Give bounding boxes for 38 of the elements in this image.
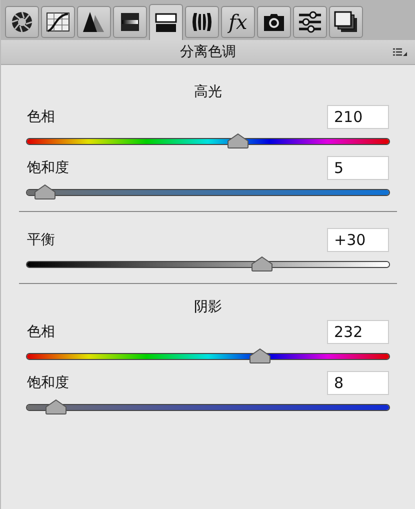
slider-label: 饱和度	[27, 159, 69, 177]
effects-tab[interactable]: fx	[221, 6, 255, 38]
value-field[interactable]: 8	[327, 371, 389, 395]
slider-thumb[interactable]	[44, 399, 68, 415]
slider-label: 色相	[27, 108, 55, 126]
value-field[interactable]: 210	[327, 105, 389, 129]
slider-label: 色相	[27, 323, 55, 341]
panel-tab[interactable]	[257, 6, 291, 38]
slider-thumb[interactable]	[248, 348, 272, 364]
slider-thumb[interactable]	[226, 133, 250, 149]
aperture-icon	[11, 11, 33, 33]
lens-icon	[191, 11, 213, 33]
panel-title: 分离色调	[180, 43, 236, 61]
sliders-icon	[298, 11, 322, 33]
stacked-squares-icon	[334, 11, 358, 33]
panel-tab[interactable]	[185, 6, 219, 38]
panel-tab[interactable]	[293, 6, 327, 38]
value-field[interactable]: 232	[327, 320, 389, 344]
slider-label: 平衡	[27, 231, 55, 249]
triangles-icon	[82, 11, 106, 33]
split-bars-icon	[155, 12, 177, 32]
panel-tab[interactable]	[77, 6, 111, 38]
slider-label: 饱和度	[27, 374, 69, 392]
section-title: 高光	[193, 83, 223, 101]
camera-icon	[262, 12, 286, 32]
curve-icon	[46, 12, 70, 32]
section-title: 阴影	[193, 298, 223, 316]
menu-icon[interactable]	[393, 48, 407, 57]
gradient-icon	[120, 12, 140, 32]
slider-thumb[interactable]	[33, 184, 58, 200]
panel-tab[interactable]	[113, 6, 147, 38]
panel-tab[interactable]	[329, 6, 363, 38]
panel-tab[interactable]	[5, 6, 39, 38]
panel-tab[interactable]	[41, 6, 75, 38]
panel-tab[interactable]	[149, 4, 183, 40]
value-field[interactable]: 5	[327, 156, 389, 180]
value-field[interactable]: +30	[327, 228, 389, 252]
slider-thumb[interactable]	[250, 256, 274, 272]
